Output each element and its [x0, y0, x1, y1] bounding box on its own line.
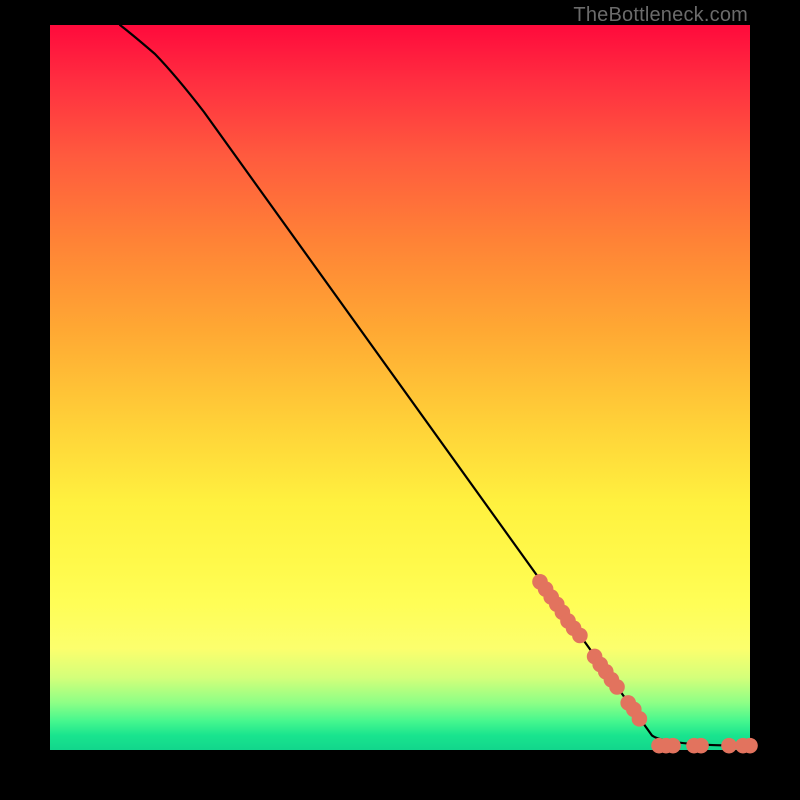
watermark-text: TheBottleneck.com	[573, 4, 748, 27]
data-point	[742, 738, 758, 754]
chart-frame: TheBottleneck.com	[0, 0, 800, 800]
data-point	[632, 711, 648, 727]
data-point	[693, 738, 709, 754]
chart-svg	[50, 25, 750, 750]
data-point	[721, 738, 737, 754]
data-point	[665, 738, 681, 754]
plot-area	[50, 25, 750, 750]
data-point	[609, 679, 625, 695]
curve-line	[120, 25, 750, 746]
data-point	[572, 628, 588, 644]
